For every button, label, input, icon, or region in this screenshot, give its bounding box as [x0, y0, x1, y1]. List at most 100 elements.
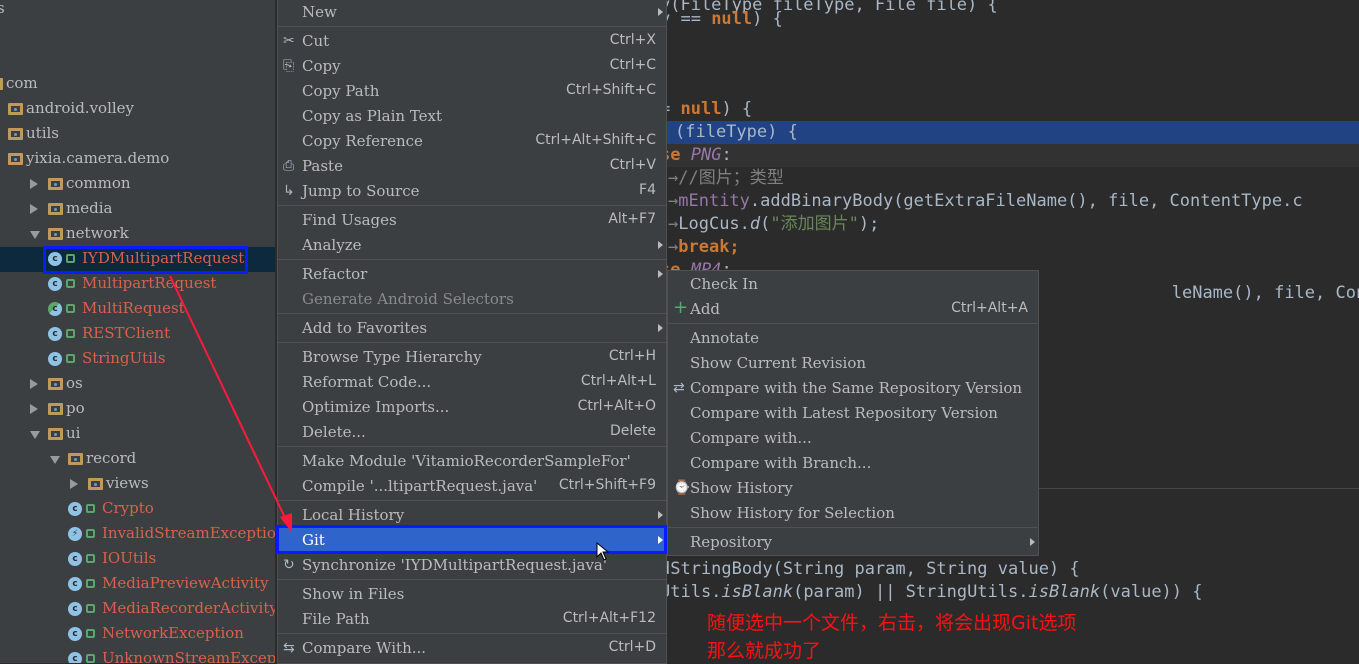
tree-item[interactable]: views — [0, 472, 275, 497]
code-line[interactable]: se PNG: — [640, 144, 1359, 167]
tree-item[interactable]: c MultiRequest — [0, 297, 275, 322]
tree-item[interactable]: record — [0, 447, 275, 472]
code-token: dStringBody(String param, String value) … — [660, 559, 1080, 579]
code-token: null — [680, 99, 722, 119]
tree-item-label: MultiRequest — [82, 299, 185, 317]
menu-item-show-history[interactable]: ⌚ Show History — [668, 476, 1038, 501]
tree-item[interactable]: c MediaRecorderActivity — [0, 597, 275, 622]
menu-item-add[interactable]: + Add Ctrl+Alt+A — [668, 297, 1038, 322]
menu-item-compile-ltipartrequest-java[interactable]: Compile '...ltipartRequest.java' Ctrl+Shi… — [278, 474, 666, 499]
menu-item-annotate[interactable]: Annotate — [668, 326, 1038, 351]
tree-item[interactable]: ui — [0, 422, 275, 447]
tree-item[interactable]: c IYDMultipartRequest — [0, 247, 275, 272]
menu-item-compare-with[interactable]: ⇆ Compare With... Ctrl+D — [278, 636, 666, 661]
expand-arrow-icon[interactable] — [30, 204, 38, 214]
expand-arrow-icon[interactable] — [70, 479, 78, 489]
code-line[interactable]: →mEntity.addBinaryBody(getExtraFileName(… — [668, 190, 1303, 213]
tree-item[interactable]: yixia.camera.demo — [0, 147, 275, 172]
menu-item-file-path[interactable]: File Path Ctrl+Alt+F12 — [278, 607, 666, 632]
tree-item[interactable]: media — [0, 197, 275, 222]
tree-item[interactable]: po — [0, 397, 275, 422]
menu-item-show-current-revision[interactable]: Show Current Revision — [668, 351, 1038, 376]
tree-item[interactable]: os — [0, 372, 275, 397]
code-line[interactable]: dStringBody(String param, String value) … — [660, 558, 1080, 581]
class-icon: c — [48, 352, 62, 366]
menu-item-copy[interactable]: ⎘ Copy Ctrl+C — [278, 54, 666, 79]
menu-item-cut[interactable]: ✂ Cut Ctrl+X — [278, 29, 666, 54]
tree-item[interactable]: utils — [0, 122, 275, 147]
menu-item-show-in-files[interactable]: Show in Files — [278, 582, 666, 607]
tree-item[interactable]: ⚡ InvalidStreamException — [0, 522, 275, 547]
code-line[interactable]: y == null) { — [660, 8, 783, 31]
menu-item-repository[interactable]: Repository — [668, 530, 1038, 555]
menu-item-delete[interactable]: Delete... Delete — [278, 420, 666, 445]
tree-item[interactable]: network — [0, 222, 275, 247]
menu-item-copy-path[interactable]: Copy Path Ctrl+Shift+C — [278, 79, 666, 104]
menu-item-label: Show in Files — [302, 585, 405, 603]
code-line[interactable]: →break; — [668, 236, 740, 259]
code-token: LogCus. — [678, 214, 750, 234]
menu-item-compare-with-latest-repository-version[interactable]: Compare with Latest Repository Version — [668, 401, 1038, 426]
code-line[interactable]: →//图片；类型 — [668, 167, 784, 190]
expand-arrow-icon[interactable] — [30, 431, 40, 439]
expand-arrow-icon[interactable] — [30, 231, 40, 239]
menu-item-make-module-vitamiorecordersamplefor[interactable]: Make Module 'VitamioRecorderSampleFor' — [278, 449, 666, 474]
menu-item-reformat-code[interactable]: Reformat Code... Ctrl+Alt+L — [278, 370, 666, 395]
expand-arrow-icon[interactable] — [30, 379, 38, 389]
expand-arrow-icon[interactable] — [30, 404, 38, 414]
project-tree[interactable]: ossccomandroid.volleyutilsyixia.camera.d… — [0, 0, 276, 663]
menu-item-compare-with-branch[interactable]: Compare with Branch... — [668, 451, 1038, 476]
menu-item-check-in[interactable]: Check In — [668, 272, 1038, 297]
menu-item-analyze[interactable]: Analyze — [278, 233, 666, 258]
tree-item[interactable]: c — [0, 47, 275, 72]
menu-item-paste[interactable]: ⎙ Paste Ctrl+V — [278, 154, 666, 179]
menu-item-jump-to-source[interactable]: ↳ Jump to Source F4 — [278, 179, 666, 204]
tree-item[interactable]: c MultipartRequest — [0, 272, 275, 297]
code-token: isBlank — [721, 582, 794, 602]
public-lock-icon — [66, 279, 75, 288]
menu-item-compare-with-the-same-repository-version[interactable]: ⇄ Compare with the Same Repository Versio… — [668, 376, 1038, 401]
code-line[interactable]: = null) { — [660, 98, 752, 121]
mouse-cursor-icon — [596, 542, 610, 561]
code-line[interactable]: Utils.isBlank(param) || StringUtils.isBl… — [660, 581, 1203, 604]
tree-item[interactable]: c Crypto — [0, 497, 275, 522]
menu-item-shortcut: Ctrl+Shift+F9 — [558, 477, 656, 493]
menu-item-label: Compare With... — [302, 639, 427, 657]
tree-item[interactable]: c NetworkException — [0, 622, 275, 647]
menu-item-optimize-imports[interactable]: Optimize Imports... Ctrl+Alt+O — [278, 395, 666, 420]
tree-item[interactable]: c UnknownStreamException — [0, 647, 275, 663]
tree-item[interactable]: s — [0, 22, 275, 47]
menu-item-browse-type-hierarchy[interactable]: Browse Type Hierarchy Ctrl+H — [278, 345, 666, 370]
menu-item-local-history[interactable]: Local History — [278, 503, 666, 528]
tree-item[interactable]: com — [0, 72, 275, 97]
tree-item[interactable]: android.volley — [0, 97, 275, 122]
code-line[interactable]: →LogCus.d("添加图片"); — [668, 213, 879, 236]
context-menu[interactable]: New ✂ Cut Ctrl+X ⎘ Copy Ctrl+C Copy Path Ctrl+Sh… — [277, 0, 667, 664]
menu-item-refactor[interactable]: Refactor — [278, 262, 666, 287]
tree-item[interactable]: c IOUtils — [0, 547, 275, 572]
git-submenu[interactable]: Check In + Add Ctrl+Alt+A Annotate Show Curre… — [667, 270, 1039, 556]
expand-arrow-icon[interactable] — [50, 456, 60, 464]
public-lock-icon — [86, 579, 95, 588]
code-token: →//图片；类型 — [668, 168, 784, 188]
tree-item[interactable]: os — [0, 0, 275, 22]
expand-arrow-icon[interactable] — [30, 179, 38, 189]
scissors-icon: ✂ — [283, 33, 295, 49]
menu-item-new[interactable]: New — [278, 0, 666, 25]
menu-item-copy-reference[interactable]: Copy Reference Ctrl+Alt+Shift+C — [278, 129, 666, 154]
tree-item[interactable]: common — [0, 172, 275, 197]
code-line[interactable]: (fileType) { — [640, 121, 1359, 144]
tree-item-label: NetworkException — [102, 624, 244, 642]
tree-item[interactable]: c StringUtils — [0, 347, 275, 372]
menu-item-generate-android-selectors[interactable]: Generate Android Selectors — [278, 287, 666, 312]
tree-item[interactable]: c RESTClient — [0, 322, 275, 347]
menu-item-add-to-favorites[interactable]: Add to Favorites — [278, 316, 666, 341]
menu-item-shortcut: F4 — [639, 182, 656, 198]
menu-item-label: Copy — [302, 57, 341, 75]
menu-item-label: Copy Path — [302, 82, 380, 100]
menu-item-find-usages[interactable]: Find Usages Alt+F7 — [278, 208, 666, 233]
menu-item-copy-as-plain-text[interactable]: Copy as Plain Text — [278, 104, 666, 129]
menu-item-compare-with[interactable]: Compare with... — [668, 426, 1038, 451]
menu-item-show-history-for-selection[interactable]: Show History for Selection — [668, 501, 1038, 526]
tree-item[interactable]: c MediaPreviewActivity — [0, 572, 275, 597]
